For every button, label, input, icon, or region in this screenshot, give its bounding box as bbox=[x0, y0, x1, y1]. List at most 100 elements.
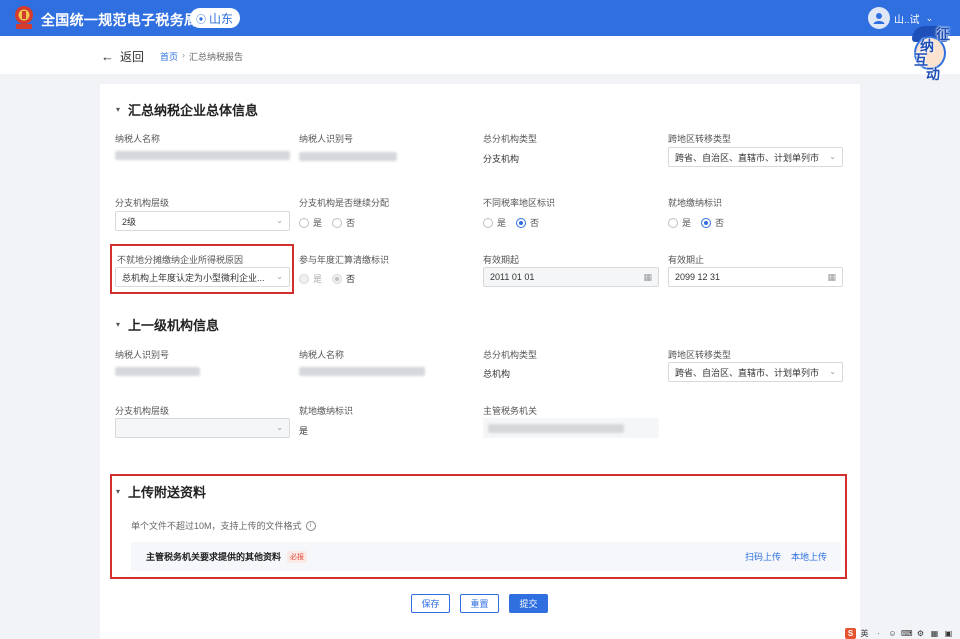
radio-label: 否 bbox=[715, 218, 725, 228]
back-label: 返回 bbox=[120, 50, 145, 64]
location-pin-icon: ⦿ bbox=[196, 14, 206, 26]
system-tray: S 英 · ☺ ⌨ ⚙ ▦ ▣ bbox=[845, 628, 954, 639]
valid-to-input[interactable]: 2099 12 31 ▦ bbox=[668, 267, 843, 287]
radio-circle bbox=[668, 217, 678, 228]
branch-level-value: 2级 bbox=[122, 216, 137, 227]
branch-level-label: 分支机构层级 bbox=[115, 198, 170, 208]
org-type-value: 分支机构 bbox=[483, 154, 520, 164]
radio-label: 是 bbox=[313, 274, 323, 284]
radio-label: 否 bbox=[530, 218, 540, 228]
keyboard-icon[interactable]: ⌨ bbox=[901, 628, 913, 639]
section-title-parent-org[interactable]: ▾ 上一级机构信息 bbox=[116, 315, 219, 334]
arrow-left-icon: ← bbox=[101, 49, 114, 64]
back-button[interactable]: ← 返回 bbox=[101, 48, 144, 65]
breadcrumb-current: 汇总纳税报告 bbox=[189, 52, 244, 62]
valid-to-label: 有效期止 bbox=[668, 255, 705, 265]
parent-taxpayer-name-redacted bbox=[299, 367, 425, 376]
annual-settle-yes[interactable]: 是 bbox=[299, 272, 322, 285]
diff-rate-yes[interactable]: 是 bbox=[483, 216, 506, 229]
chevron-down-icon: ⌄ bbox=[276, 423, 283, 432]
parent-local-pay-label: 就地缴纳标识 bbox=[299, 406, 354, 416]
user-avatar-icon bbox=[868, 7, 890, 29]
submit-button[interactable]: 提交 bbox=[509, 594, 548, 613]
radio-circle bbox=[332, 217, 343, 228]
mascot-assistant[interactable]: 征 纳 互 动 bbox=[912, 14, 960, 82]
calendar-icon: ▦ bbox=[643, 272, 652, 282]
region-selector[interactable]: ⦿ 山东 bbox=[190, 8, 241, 28]
save-button[interactable]: 保存 bbox=[411, 594, 450, 613]
parent-local-pay-value: 是 bbox=[299, 426, 309, 436]
diff-rate-radio-group: 是 否 bbox=[483, 216, 539, 229]
parent-cross-region-label: 跨地区转移类型 bbox=[668, 350, 732, 360]
radio-label: 否 bbox=[346, 274, 356, 284]
continue-alloc-label: 分支机构是否继续分配 bbox=[299, 198, 390, 208]
section-title-text: 汇总纳税企业总体信息 bbox=[128, 103, 259, 118]
chevron-down-icon: ⌄ bbox=[829, 152, 836, 161]
main-card: ▾ 汇总纳税企业总体信息 纳税人名称 纳税人识别号 总分机构类型 分支机构 跨地… bbox=[100, 84, 860, 639]
breadcrumb-home[interactable]: 首页 bbox=[160, 50, 178, 63]
mascot-text-4: 动 bbox=[926, 66, 940, 82]
org-type-label: 总分机构类型 bbox=[483, 134, 538, 144]
top-bar: 全国统一规范电子税务局 ⦿ 山东 山..试 ⌄ bbox=[0, 0, 960, 36]
radio-label: 是 bbox=[682, 218, 692, 228]
section-title-summary[interactable]: ▾ 汇总纳税企业总体信息 bbox=[116, 100, 258, 119]
radio-circle bbox=[701, 217, 712, 228]
taxpayer-id-label: 纳税人识别号 bbox=[299, 134, 354, 144]
continue-alloc-yes[interactable]: 是 bbox=[299, 216, 322, 229]
cross-region-select[interactable]: 跨省、自治区、直辖市、计划单列市 ⌄ bbox=[668, 147, 843, 167]
region-label: 山东 bbox=[209, 11, 234, 26]
local-pay-yes[interactable]: 是 bbox=[668, 216, 691, 229]
local-pay-label: 就地缴纳标识 bbox=[668, 198, 723, 208]
grid-icon[interactable]: ▦ bbox=[929, 628, 940, 639]
app-title: 全国统一规范电子税务局 bbox=[41, 12, 199, 28]
continue-alloc-no[interactable]: 否 bbox=[332, 216, 355, 229]
radio-circle bbox=[299, 217, 309, 228]
branch-level-select[interactable]: 2级 ⌄ bbox=[115, 211, 290, 231]
taxpayer-id-redacted bbox=[299, 152, 397, 161]
parent-taxpayer-name-label: 纳税人名称 bbox=[299, 350, 345, 360]
parent-cross-region-value: 跨省、自治区、直辖市、计划单列市 bbox=[675, 367, 820, 378]
tax-authority-redacted bbox=[488, 424, 624, 433]
emoji-icon[interactable]: ☺ bbox=[887, 628, 898, 639]
tax-authority-label: 主管税务机关 bbox=[483, 406, 538, 416]
valid-from-input[interactable]: 2011 01 01 ▦ bbox=[483, 267, 659, 287]
taxpayer-name-redacted bbox=[115, 151, 290, 160]
parent-org-type-value: 总机构 bbox=[483, 369, 511, 379]
cross-region-value: 跨省、自治区、直辖市、计划单列市 bbox=[675, 152, 820, 163]
parent-taxpayer-id-label: 纳税人识别号 bbox=[115, 350, 170, 360]
window-icon[interactable]: ▣ bbox=[943, 628, 954, 639]
local-pay-no[interactable]: 否 bbox=[701, 216, 724, 229]
calendar-icon: ▦ bbox=[827, 272, 836, 282]
taxpayer-name-label: 纳税人名称 bbox=[115, 134, 161, 144]
mascot-text-1: 征 bbox=[936, 26, 950, 42]
radio-circle bbox=[483, 217, 493, 228]
chevron-down-icon: ▾ bbox=[116, 105, 121, 114]
annual-settle-no[interactable]: 否 bbox=[332, 272, 355, 285]
valid-to-value: 2099 12 31 bbox=[675, 272, 721, 282]
sogou-input-icon[interactable]: S bbox=[845, 628, 856, 639]
chevron-down-icon: ⌄ bbox=[829, 367, 836, 376]
diff-rate-no[interactable]: 否 bbox=[516, 216, 539, 229]
section-title-text: 上一级机构信息 bbox=[128, 318, 220, 333]
punctuation-icon[interactable]: · bbox=[873, 628, 884, 639]
parent-taxpayer-id-redacted bbox=[115, 367, 200, 376]
settings-icon[interactable]: ⚙ bbox=[915, 628, 926, 639]
valid-from-label: 有效期起 bbox=[483, 255, 520, 265]
parent-org-type-label: 总分机构类型 bbox=[483, 350, 538, 360]
highlight-box-reason bbox=[110, 244, 294, 294]
radio-label: 是 bbox=[313, 218, 323, 228]
parent-cross-region-select[interactable]: 跨省、自治区、直辖市、计划单列市 ⌄ bbox=[668, 362, 843, 382]
chevron-down-icon: ⌄ bbox=[276, 216, 283, 225]
diff-rate-label: 不同税率地区标识 bbox=[483, 198, 556, 208]
language-icon[interactable]: 英 bbox=[859, 628, 870, 639]
valid-from-value: 2011 01 01 bbox=[490, 272, 535, 282]
tax-emblem-icon bbox=[13, 5, 35, 31]
radio-label: 否 bbox=[346, 218, 356, 228]
breadcrumb-separator: › bbox=[182, 50, 186, 60]
reset-button[interactable]: 重置 bbox=[460, 594, 499, 613]
local-pay-radio-group: 是 否 bbox=[668, 216, 724, 229]
parent-branch-level-select[interactable]: ⌄ bbox=[115, 418, 290, 438]
cross-region-label: 跨地区转移类型 bbox=[668, 134, 732, 144]
radio-circle bbox=[332, 273, 343, 284]
radio-label: 是 bbox=[497, 218, 507, 228]
